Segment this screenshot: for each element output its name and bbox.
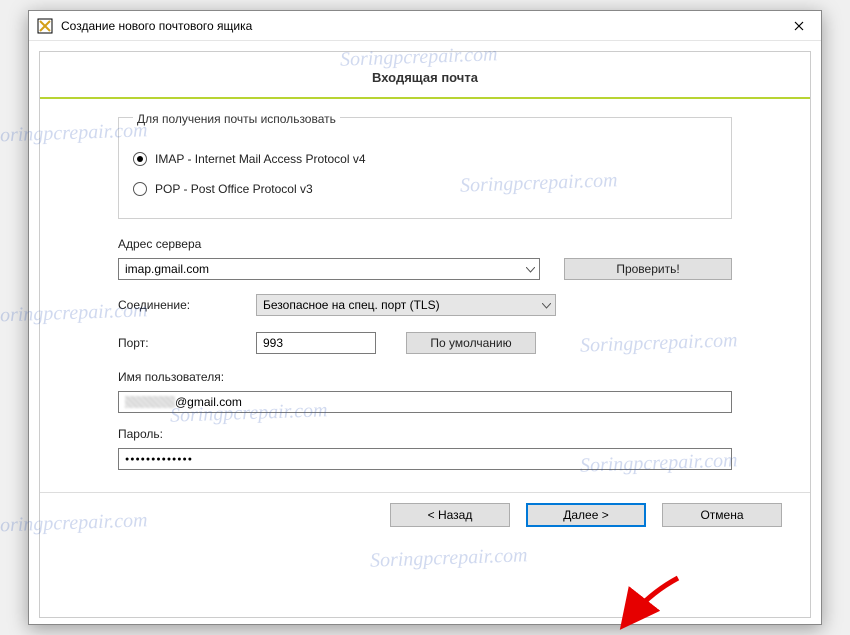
- password-mask: ●●●●●●●●●●●●●: [125, 456, 193, 463]
- page-heading: Входящая почта: [68, 70, 782, 85]
- form-area: Адрес сервера imap.gmail.com Проверить! …: [118, 237, 732, 486]
- watermark: Soringpcrepair.com: [370, 544, 528, 572]
- username-label: Имя пользователя:: [118, 370, 732, 384]
- app-icon: [37, 18, 53, 34]
- username-redacted: [125, 396, 175, 408]
- annotation-arrow-icon: [618, 574, 688, 634]
- heading-separator: [40, 97, 810, 99]
- connection-select[interactable]: Безопасное на спец. порт (TLS): [256, 294, 556, 316]
- protocol-fieldset: Для получения почты использовать IMAP - …: [118, 117, 732, 219]
- back-button[interactable]: < Назад: [390, 503, 510, 527]
- main-panel: Входящая почта Для получения почты испол…: [39, 51, 811, 618]
- chevron-down-icon: [526, 262, 535, 276]
- server-address-combo[interactable]: imap.gmail.com: [118, 258, 540, 280]
- content-area: Входящая почта Для получения почты испол…: [29, 41, 821, 624]
- radio-imap[interactable]: IMAP - Internet Mail Access Protocol v4: [133, 152, 717, 166]
- connection-value: Безопасное на спец. порт (TLS): [263, 298, 440, 312]
- titlebar: Создание нового почтового ящика: [29, 11, 821, 41]
- password-label: Пароль:: [118, 427, 732, 441]
- radio-imap-label: IMAP - Internet Mail Access Protocol v4: [155, 152, 366, 166]
- protocol-legend: Для получения почты использовать: [133, 112, 340, 126]
- radio-pop[interactable]: POP - Post Office Protocol v3: [133, 182, 717, 196]
- radio-icon: [133, 182, 147, 196]
- next-button[interactable]: Далее >: [526, 503, 646, 527]
- radio-pop-label: POP - Post Office Protocol v3: [155, 182, 313, 196]
- server-label: Адрес сервера: [118, 237, 732, 251]
- connection-label: Соединение:: [118, 298, 256, 312]
- username-suffix: @gmail.com: [175, 395, 242, 409]
- window-title: Создание нового почтового ящика: [61, 19, 776, 33]
- radio-icon: [133, 152, 147, 166]
- close-icon: [794, 21, 804, 31]
- watermark: Soringpcrepair.com: [340, 43, 498, 71]
- cancel-button[interactable]: Отмена: [662, 503, 782, 527]
- check-server-button[interactable]: Проверить!: [564, 258, 732, 280]
- password-input[interactable]: ●●●●●●●●●●●●●: [118, 448, 732, 470]
- chevron-down-icon: [542, 298, 551, 312]
- footer-buttons: < Назад Далее > Отмена: [40, 492, 810, 527]
- close-button[interactable]: [776, 11, 821, 41]
- port-label: Порт:: [118, 336, 256, 350]
- dialog-window: Создание нового почтового ящика Входящая…: [28, 10, 822, 625]
- port-input[interactable]: 993: [256, 332, 376, 354]
- username-input[interactable]: @gmail.com: [118, 391, 732, 413]
- server-address-value: imap.gmail.com: [125, 262, 209, 276]
- port-value: 993: [263, 336, 283, 350]
- port-default-button[interactable]: По умолчанию: [406, 332, 536, 354]
